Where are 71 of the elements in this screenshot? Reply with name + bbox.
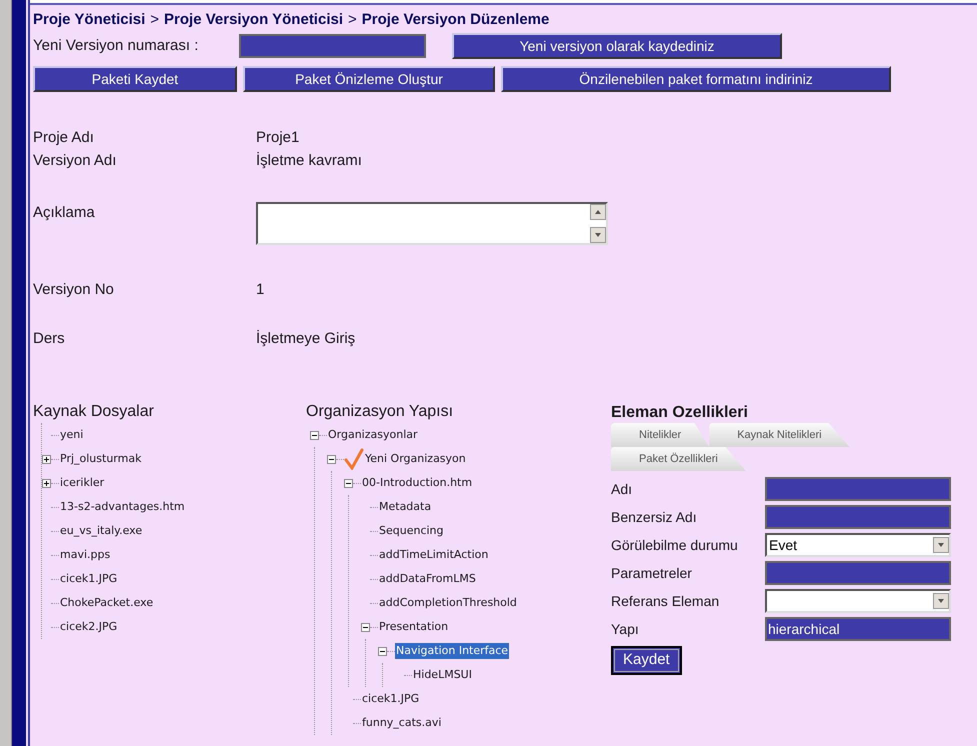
field-value: Proje1 — [256, 128, 300, 148]
action-button[interactable]: Paketi Kaydet — [33, 66, 237, 92]
tree-item[interactable]: mavi.pps — [59, 546, 112, 564]
expand-icon[interactable] — [42, 454, 51, 464]
field-value: 1 — [256, 280, 264, 300]
section-title: Eleman Ozellikleri — [611, 403, 749, 423]
tree-item[interactable]: Prj_olusturmak — [59, 450, 142, 468]
field-label: Versiyon No — [33, 280, 115, 300]
tree-item[interactable]: funny_cats.avi — [361, 714, 442, 732]
collapse-icon[interactable] — [327, 454, 336, 464]
tree-item[interactable]: eu_vs_italy.exe — [59, 522, 144, 540]
tree-item[interactable]: addTimeLimitAction — [378, 546, 490, 564]
collapse-icon[interactable] — [361, 622, 370, 632]
tree-item[interactable]: Presentation — [378, 618, 450, 636]
collapse-icon[interactable] — [310, 430, 319, 440]
tree-item[interactable]: Yeni Organizasyon — [364, 450, 467, 468]
tree-item[interactable]: cicek1.JPG — [361, 690, 420, 708]
field-label: Parametreler — [611, 564, 693, 582]
field-label: Proje Adı — [33, 128, 95, 148]
field-label: Yeni Versiyon numarası : — [33, 36, 200, 56]
version-number-field[interactable] — [239, 34, 426, 58]
tree-item[interactable]: Organizasyonlar — [327, 426, 419, 444]
tree-item[interactable]: Sequencing — [378, 522, 445, 540]
tab[interactable]: Paket Özellikleri — [611, 447, 746, 471]
field-value: İşletmeye Giriş — [256, 328, 356, 348]
dropdown[interactable] — [765, 589, 951, 613]
breadcrumb-link[interactable]: Proje Versiyon Yöneticisi — [164, 8, 343, 32]
tab[interactable]: Kaynak Nitelikleri — [709, 423, 850, 447]
text-field[interactable] — [765, 477, 951, 501]
scroll-up-icon[interactable] — [590, 204, 606, 220]
field-value: İşletme kavramı — [256, 150, 362, 170]
tree-item[interactable]: cicek1.JPG — [59, 570, 118, 588]
field-label: Ders — [33, 328, 66, 348]
expand-icon[interactable] — [42, 478, 51, 488]
field-label: Görülebilme durumu — [611, 536, 739, 554]
field-label: Referans Eleman — [611, 592, 720, 610]
section-title: Organizasyon Yapısı — [306, 402, 454, 422]
tree-item[interactable]: ChokePacket.exe — [59, 594, 154, 612]
field-label: Açıklama — [33, 203, 96, 223]
tree-item[interactable]: 13-s2-advantages.htm — [59, 498, 186, 516]
breadcrumb-link[interactable]: Proje Versiyon Düzenleme — [362, 8, 550, 32]
collapse-icon[interactable] — [378, 646, 387, 656]
breadcrumb-separator: > — [348, 10, 357, 30]
text-field[interactable] — [765, 505, 951, 529]
tree-item[interactable]: addDataFromLMS — [378, 570, 477, 588]
section-title: Kaynak Dosyalar — [33, 402, 155, 422]
collapse-icon[interactable] — [344, 478, 353, 488]
text-field[interactable]: hierarchical — [765, 617, 951, 641]
field-label: Versiyon Adı — [33, 150, 118, 170]
save-as-new-button[interactable]: Yeni versiyon olarak kaydediniz — [452, 33, 782, 59]
action-button[interactable]: Önzilenebilen paket formatını indiriniz — [501, 66, 891, 92]
scroll-down-icon[interactable] — [590, 227, 606, 243]
breadcrumb-link[interactable]: Proje Yöneticisi — [33, 8, 146, 32]
field-label: Yapı — [611, 620, 640, 639]
text-field[interactable] — [765, 561, 951, 585]
save-button[interactable]: Kaydet — [611, 646, 682, 675]
tree-item[interactable]: HideLMSUI — [412, 666, 473, 684]
tree-item[interactable]: addCompletionThreshold — [378, 594, 518, 612]
field-label: Benzersiz Adı — [611, 508, 698, 526]
tree-item[interactable]: icerikler — [59, 474, 106, 492]
tab[interactable]: Nitelikler — [611, 423, 710, 447]
action-button[interactable]: Paket Önizleme Oluştur — [243, 66, 495, 92]
breadcrumb-separator: > — [150, 10, 160, 30]
tree-item[interactable]: yeni — [59, 426, 84, 444]
dropdown[interactable]: Evet — [765, 533, 951, 557]
tree-item[interactable]: Navigation Interface — [395, 642, 510, 660]
tree-item[interactable]: cicek2.JPG — [59, 618, 118, 636]
tree-item[interactable]: Metadata — [378, 498, 432, 516]
description-field[interactable] — [256, 202, 608, 245]
field-label: Adı — [611, 480, 634, 498]
tree-item[interactable]: 00-Introduction.htm — [361, 474, 474, 492]
